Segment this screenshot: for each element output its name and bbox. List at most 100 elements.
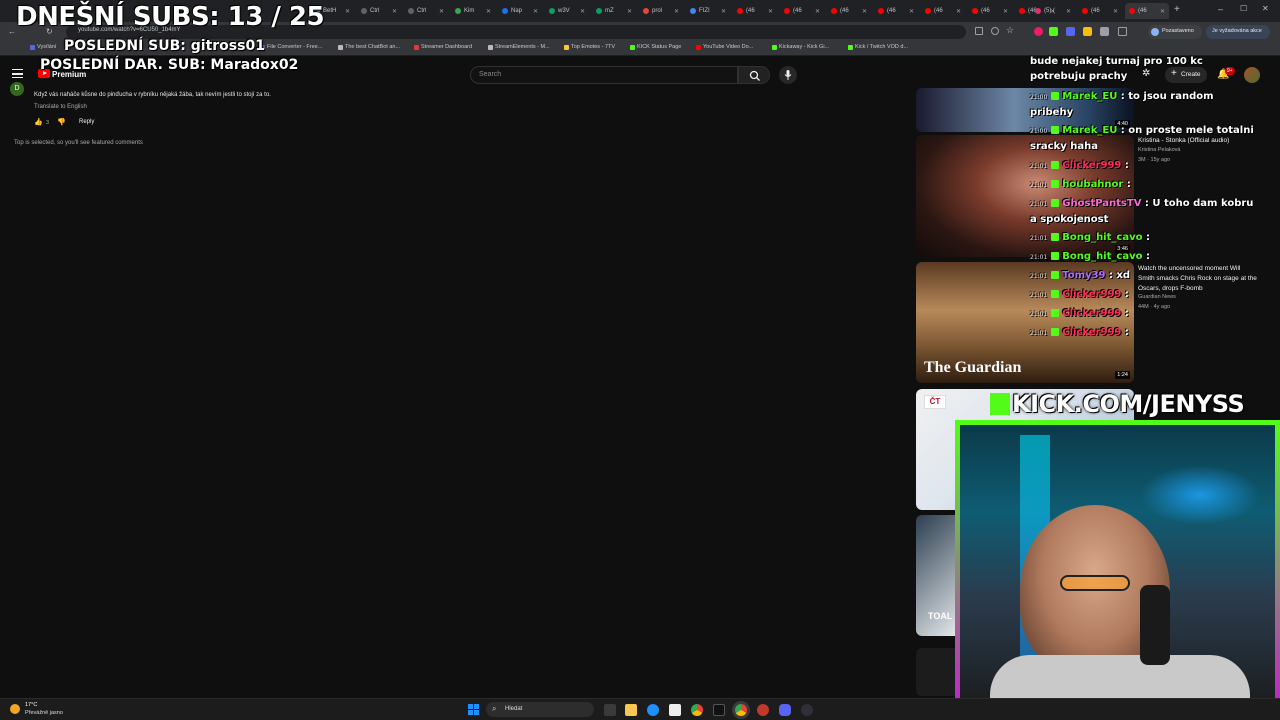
bookmark-item[interactable]: KICK Status Page [630, 44, 681, 50]
browser-tab[interactable]: (46 ✕ [733, 3, 777, 19]
close-tab-icon[interactable]: ✕ [674, 8, 679, 15]
profile-paused-chip[interactable]: Pozastaveno [1148, 25, 1202, 39]
browser-tab[interactable]: (5) (✕ [1031, 3, 1075, 19]
taskbar-search-box[interactable]: ⌕ Hledat [486, 702, 594, 717]
bookmark-item[interactable]: Top Emotes - 7TV [564, 44, 615, 50]
extension-icon[interactable] [1066, 27, 1075, 36]
bookmark-item[interactable]: Kick / Twitch VOD d... [848, 44, 908, 50]
dislike-button[interactable]: 👎 [57, 118, 66, 126]
kick-logo-icon [990, 393, 1010, 415]
browser-tab[interactable]: w3V ✕ [545, 3, 589, 19]
kick-badge-icon [1051, 92, 1060, 100]
chrome-active-icon[interactable] [735, 704, 747, 716]
bookmark-label: The best ChatBot an... [345, 44, 401, 50]
file-explorer-icon[interactable] [625, 704, 637, 716]
bookmark-item[interactable]: File Converter - Free... [260, 44, 322, 50]
chrome-icon[interactable] [691, 704, 703, 716]
translate-link[interactable]: Translate to English [34, 104, 87, 110]
profile-status-label: Pozastaveno [1162, 28, 1194, 34]
comment-author-avatar[interactable]: D [10, 82, 24, 96]
obs-icon[interactable] [801, 704, 813, 716]
install-app-icon[interactable] [975, 27, 983, 35]
bookmark-favicon-icon [696, 44, 701, 50]
close-tab-icon[interactable]: ✕ [1113, 8, 1118, 15]
browser-tab[interactable]: Nap ✕ [498, 3, 542, 19]
extension-icon[interactable] [1049, 27, 1058, 36]
bookmark-star-icon[interactable]: ☆ [1006, 25, 1014, 36]
back-icon[interactable]: ← [8, 27, 16, 36]
search-button[interactable] [738, 66, 770, 84]
store-icon[interactable] [669, 704, 681, 716]
chat-username: Clicker999 [1062, 289, 1122, 300]
bookmark-item[interactable]: Streamer Dashboard [414, 44, 472, 50]
search-input[interactable]: Search [470, 66, 738, 84]
like-button[interactable]: 👍 [34, 118, 43, 126]
bookmark-label: Kickaway - Kick Gi... [779, 44, 830, 50]
maximize-icon[interactable]: ☐ [1240, 4, 1247, 13]
close-tab-icon[interactable]: ✕ [345, 8, 350, 15]
browser-tab[interactable]: Ctrl ✕ [404, 3, 448, 19]
tab-favicon-icon [1082, 8, 1088, 14]
tab-title: BetH [323, 8, 337, 14]
profile-avatar-icon [1151, 28, 1159, 36]
browser-tab[interactable]: (46 ✕ [780, 3, 824, 19]
extension-icon[interactable] [1034, 27, 1043, 36]
voice-search-button[interactable] [779, 66, 797, 84]
browser-tab[interactable]: (46 ✕ [874, 3, 918, 19]
close-tab-icon[interactable]: ✕ [1160, 8, 1165, 15]
side-panel-icon[interactable] [1118, 27, 1127, 36]
close-tab-icon[interactable]: ✕ [862, 8, 867, 15]
close-tab-icon[interactable]: ✕ [392, 8, 397, 15]
close-tab-icon[interactable]: ✕ [627, 8, 632, 15]
action-required-chip[interactable]: Je vyžadována akce [1206, 25, 1270, 39]
terminal-icon[interactable] [713, 704, 725, 716]
browser-tab[interactable]: mZ ✕ [592, 3, 636, 19]
browser-tab[interactable]: (46 ✕ [827, 3, 871, 19]
tab-title: (46 [1091, 8, 1100, 14]
task-view-icon[interactable] [604, 704, 616, 716]
weather-sun-icon[interactable] [10, 704, 20, 714]
close-window-icon[interactable]: ✕ [1262, 4, 1269, 13]
tab-favicon-icon [643, 8, 649, 14]
close-tab-icon[interactable]: ✕ [768, 8, 773, 15]
close-tab-icon[interactable]: ✕ [580, 8, 585, 15]
close-tab-icon[interactable]: ✕ [721, 8, 726, 15]
bookmark-item[interactable]: StreamElements - M... [488, 44, 550, 50]
bookmark-item[interactable]: Vysílání [30, 44, 56, 50]
minimize-icon[interactable]: – [1218, 4, 1223, 14]
video-channel[interactable]: Guardian News [1138, 294, 1176, 300]
close-tab-icon[interactable]: ✕ [1003, 8, 1008, 15]
browser-tab[interactable]: prol ✕ [639, 3, 683, 19]
extension-icon[interactable] [1083, 27, 1092, 36]
browser-tab-active[interactable]: (46 ✕ [1125, 3, 1169, 19]
browser-tab[interactable]: (46 ✕ [968, 3, 1012, 19]
extensions-puzzle-icon[interactable] [1100, 27, 1109, 36]
bookmark-item[interactable]: The best ChatBot an... [338, 44, 400, 50]
overlay-last-sub: POSLEDNÍ SUB: gitross01 [64, 38, 265, 54]
tab-title: Kim [464, 8, 475, 14]
share-icon[interactable] [991, 27, 999, 35]
bookmark-item[interactable]: Kickaway - Kick Gi... [772, 44, 829, 50]
browser-tab[interactable]: (46 ✕ [1078, 3, 1122, 19]
windows-start-icon[interactable] [468, 704, 479, 715]
browser-tab[interactable]: (46 ✕ [921, 3, 965, 19]
browser-tab[interactable]: FIZI ✕ [686, 3, 730, 19]
browser-tab[interactable]: Ctrl ✕ [357, 3, 401, 19]
close-tab-icon[interactable]: ✕ [815, 8, 820, 15]
reply-button[interactable]: Reply [79, 119, 94, 125]
close-tab-icon[interactable]: ✕ [533, 8, 538, 15]
close-tab-icon[interactable]: ✕ [956, 8, 961, 15]
browser-tab[interactable]: Kim ✕ [451, 3, 495, 19]
close-tab-icon[interactable]: ✕ [1066, 8, 1071, 15]
discord-icon[interactable] [779, 704, 791, 716]
menu-hamburger-icon[interactable] [12, 69, 23, 78]
video-title[interactable]: Watch the uncensored moment Will Smith s… [1138, 264, 1258, 294]
close-tab-icon[interactable]: ✕ [486, 8, 491, 15]
edge-icon[interactable] [647, 704, 659, 716]
app-icon[interactable] [757, 704, 769, 716]
bookmark-item[interactable]: YouTube Video Do... [696, 44, 753, 50]
new-tab-icon[interactable]: + [1174, 4, 1180, 15]
close-tab-icon[interactable]: ✕ [909, 8, 914, 15]
glasses [1060, 575, 1130, 591]
close-tab-icon[interactable]: ✕ [439, 8, 444, 15]
